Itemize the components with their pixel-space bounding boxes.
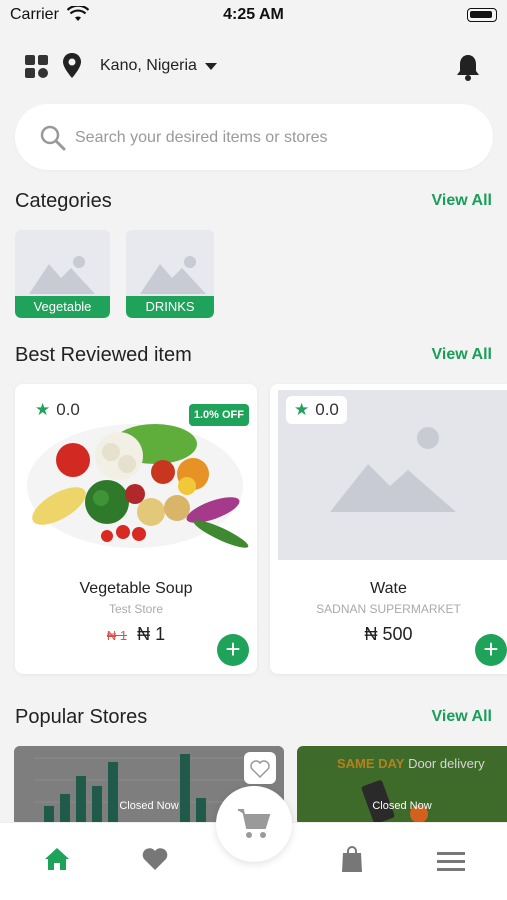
best-reviewed-view-all-link[interactable]: View All <box>432 346 492 364</box>
heart-outline-icon <box>250 760 270 778</box>
store-name: SADNAN SUPERMARKET <box>316 602 461 616</box>
star-icon: ★ <box>35 400 51 419</box>
cart-button[interactable] <box>216 786 292 862</box>
current-price: ₦ 500 <box>364 624 413 644</box>
category-drinks[interactable]: DRINKS <box>126 230 214 318</box>
popular-stores-view-all-link[interactable]: View All <box>432 708 492 726</box>
rating-value: 0.0 <box>56 400 80 419</box>
product-name: Wate <box>370 580 407 597</box>
store-status: Closed Now <box>372 800 432 812</box>
home-icon[interactable] <box>44 847 70 871</box>
bell-icon[interactable] <box>455 53 481 81</box>
cart-icon <box>238 809 271 838</box>
store-card-2[interactable]: SAME DAY Door delivery Closed Now <box>297 746 507 826</box>
image-placeholder-icon <box>140 256 206 294</box>
banner-text: Door delivery <box>408 756 485 771</box>
add-to-cart-button[interactable]: + <box>217 634 249 666</box>
heart-icon[interactable] <box>141 847 169 871</box>
menu-icon[interactable] <box>437 851 465 871</box>
image-placeholder-icon <box>330 427 456 512</box>
rating-value: 0.0 <box>315 400 339 419</box>
search-icon <box>40 125 66 151</box>
category-label: Vegetable <box>15 296 110 318</box>
best-reviewed-title: Best Reviewed item <box>15 344 192 366</box>
store-banner-text: SAME DAY Door delivery <box>337 756 485 771</box>
store-name: Test Store <box>108 602 164 616</box>
categories-title: Categories <box>15 190 112 212</box>
clock: 4:25 AM <box>223 6 284 23</box>
image-placeholder-icon <box>29 256 95 294</box>
current-price: ₦ 1 <box>137 624 166 644</box>
popular-stores-title: Popular Stores <box>15 706 148 728</box>
original-price: ₦ 1 <box>106 628 128 643</box>
favorite-button[interactable] <box>244 752 276 784</box>
rating-badge: ★ 0.0 <box>286 396 347 424</box>
category-vegetable[interactable]: Vegetable <box>15 230 110 318</box>
banner-highlight: SAME DAY <box>337 756 405 771</box>
location-pin-icon[interactable] <box>62 53 82 79</box>
status-bar: Carrier 4:25 AM <box>0 0 507 30</box>
categories-grid-icon[interactable] <box>25 55 49 79</box>
category-label: DRINKS <box>126 296 214 318</box>
rating-badge: ★ 0.0 <box>27 396 88 424</box>
discount-badge: 1.0% OFF <box>188 404 249 426</box>
star-icon: ★ <box>294 400 310 419</box>
chevron-down-icon[interactable] <box>205 63 217 70</box>
shopping-bag-icon[interactable] <box>340 845 364 873</box>
search-bar[interactable]: Search your desired items or stores <box>15 104 493 170</box>
product-card-wate[interactable]: ★ 0.0 Wate SADNAN SUPERMARKET ₦ 500 + <box>270 384 507 674</box>
location-selector[interactable]: Kano, Nigeria <box>100 57 197 75</box>
search-placeholder: Search your desired items or stores <box>75 129 328 146</box>
categories-view-all-link[interactable]: View All <box>432 192 492 210</box>
product-card-vegetable-soup[interactable]: ★ 0.0 1.0% OFF Vegetable Soup Test Store… <box>15 384 257 674</box>
product-name: Vegetable Soup <box>79 580 193 597</box>
top-bar: Kano, Nigeria <box>0 45 507 89</box>
battery-icon <box>467 8 497 22</box>
add-to-cart-button[interactable]: + <box>475 634 507 666</box>
